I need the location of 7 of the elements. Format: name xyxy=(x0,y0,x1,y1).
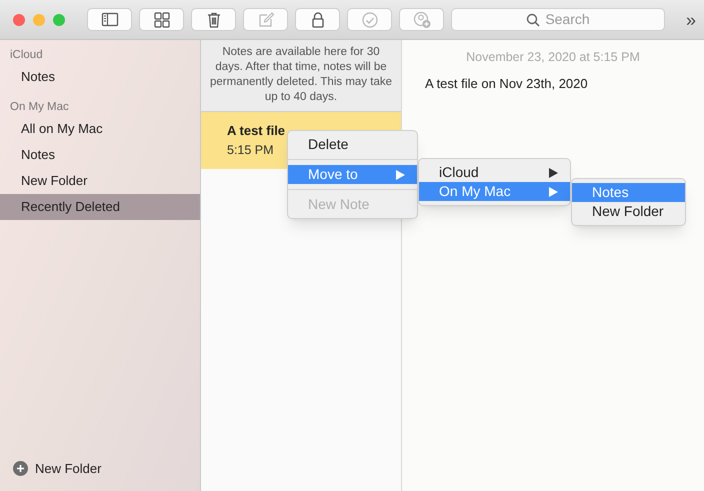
note-date: November 23, 2020 at 5:15 PM xyxy=(465,49,641,66)
notice-text: Notes are available here for 30 days. After that time, notes will be permanently deleted. This may take up to 40 days. xyxy=(209,45,393,105)
section-header: iCloud xyxy=(9,48,44,63)
section-header: On My Mac xyxy=(9,100,70,115)
note-title: A test file xyxy=(227,123,286,139)
note-time: 5:15 PM xyxy=(227,142,274,159)
note-body: A test file on Nov 23th, 2020 xyxy=(425,74,589,93)
